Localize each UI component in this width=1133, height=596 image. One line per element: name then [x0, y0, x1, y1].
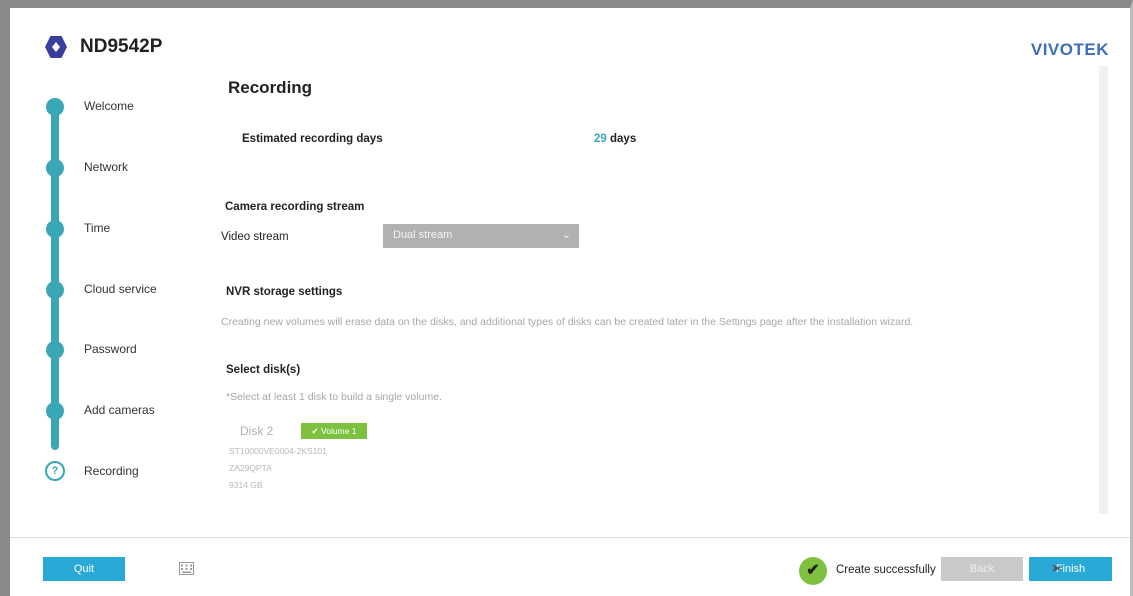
nvr-storage-heading: NVR storage settings [226, 286, 343, 298]
step-network[interactable]: Network [0, 156, 200, 177]
step-welcome[interactable]: Welcome [0, 95, 200, 116]
video-stream-value: Dual stream [393, 229, 453, 241]
disk-model: ST10000VE0004-2KS101 [229, 446, 327, 456]
finish-button[interactable]: Finish [1029, 557, 1112, 581]
wizard-window [0, 0, 1133, 596]
estimated-days-label: Estimated recording days [242, 133, 383, 145]
step-label: Password [84, 342, 137, 356]
disk-name: Disk 2 [240, 424, 274, 438]
chevron-down-icon: ⌄ [561, 229, 571, 241]
step-recording[interactable]: ? Recording [0, 460, 200, 481]
step-dot [46, 402, 64, 420]
video-stream-select[interactable]: Dual stream ⌄ [383, 224, 579, 248]
estimated-days-value: 29 days [594, 133, 636, 145]
step-password[interactable]: Password [0, 338, 200, 359]
keyboard-icon[interactable] [179, 562, 194, 575]
quit-button[interactable]: Quit [43, 557, 125, 581]
select-disks-hint: *Select at least 1 disk to build a singl… [226, 391, 442, 403]
step-label: Network [84, 160, 129, 174]
step-dot [46, 98, 64, 116]
step-label: Time [84, 221, 111, 235]
step-time[interactable]: Time [0, 217, 200, 238]
progress-track [51, 100, 59, 450]
step-cloud-service[interactable]: Cloud service [0, 278, 200, 299]
volume-badge[interactable]: ✔ Volume 1 [301, 423, 367, 439]
check-icon: ✔ [799, 557, 827, 585]
content-scrollbar[interactable] [1099, 66, 1108, 514]
step-label: Cloud service [84, 282, 157, 296]
step-dot [46, 220, 64, 238]
back-button[interactable]: Back [941, 557, 1023, 581]
select-disks-heading: Select disk(s) [226, 364, 301, 376]
brand-logo: VIVOTEK [1030, 40, 1109, 59]
footer-divider [10, 537, 1130, 538]
question-icon: ? [45, 461, 65, 481]
step-label: Add cameras [84, 403, 155, 417]
video-stream-label: Video stream [221, 231, 289, 243]
step-label: Welcome [84, 99, 134, 113]
disk-size: 9314 GB [229, 480, 263, 490]
step-add-cameras[interactable]: Add cameras [0, 399, 200, 420]
device-model: ND9542P [80, 36, 163, 57]
days-unit: days [610, 133, 637, 145]
page-title: Recording [228, 78, 313, 97]
days-number: 29 [594, 133, 607, 145]
step-dot [46, 281, 64, 299]
step-dot [46, 341, 64, 359]
status-message: Create successfully [836, 564, 936, 576]
mouse-cursor-icon: ➤ [1051, 561, 1062, 575]
disk-serial: ZA29QPTA [229, 463, 272, 473]
step-label: Recording [84, 464, 139, 478]
camera-stream-heading: Camera recording stream [225, 201, 365, 213]
step-dot [46, 159, 64, 177]
nvr-storage-note: Creating new volumes will erase data on … [221, 316, 914, 328]
